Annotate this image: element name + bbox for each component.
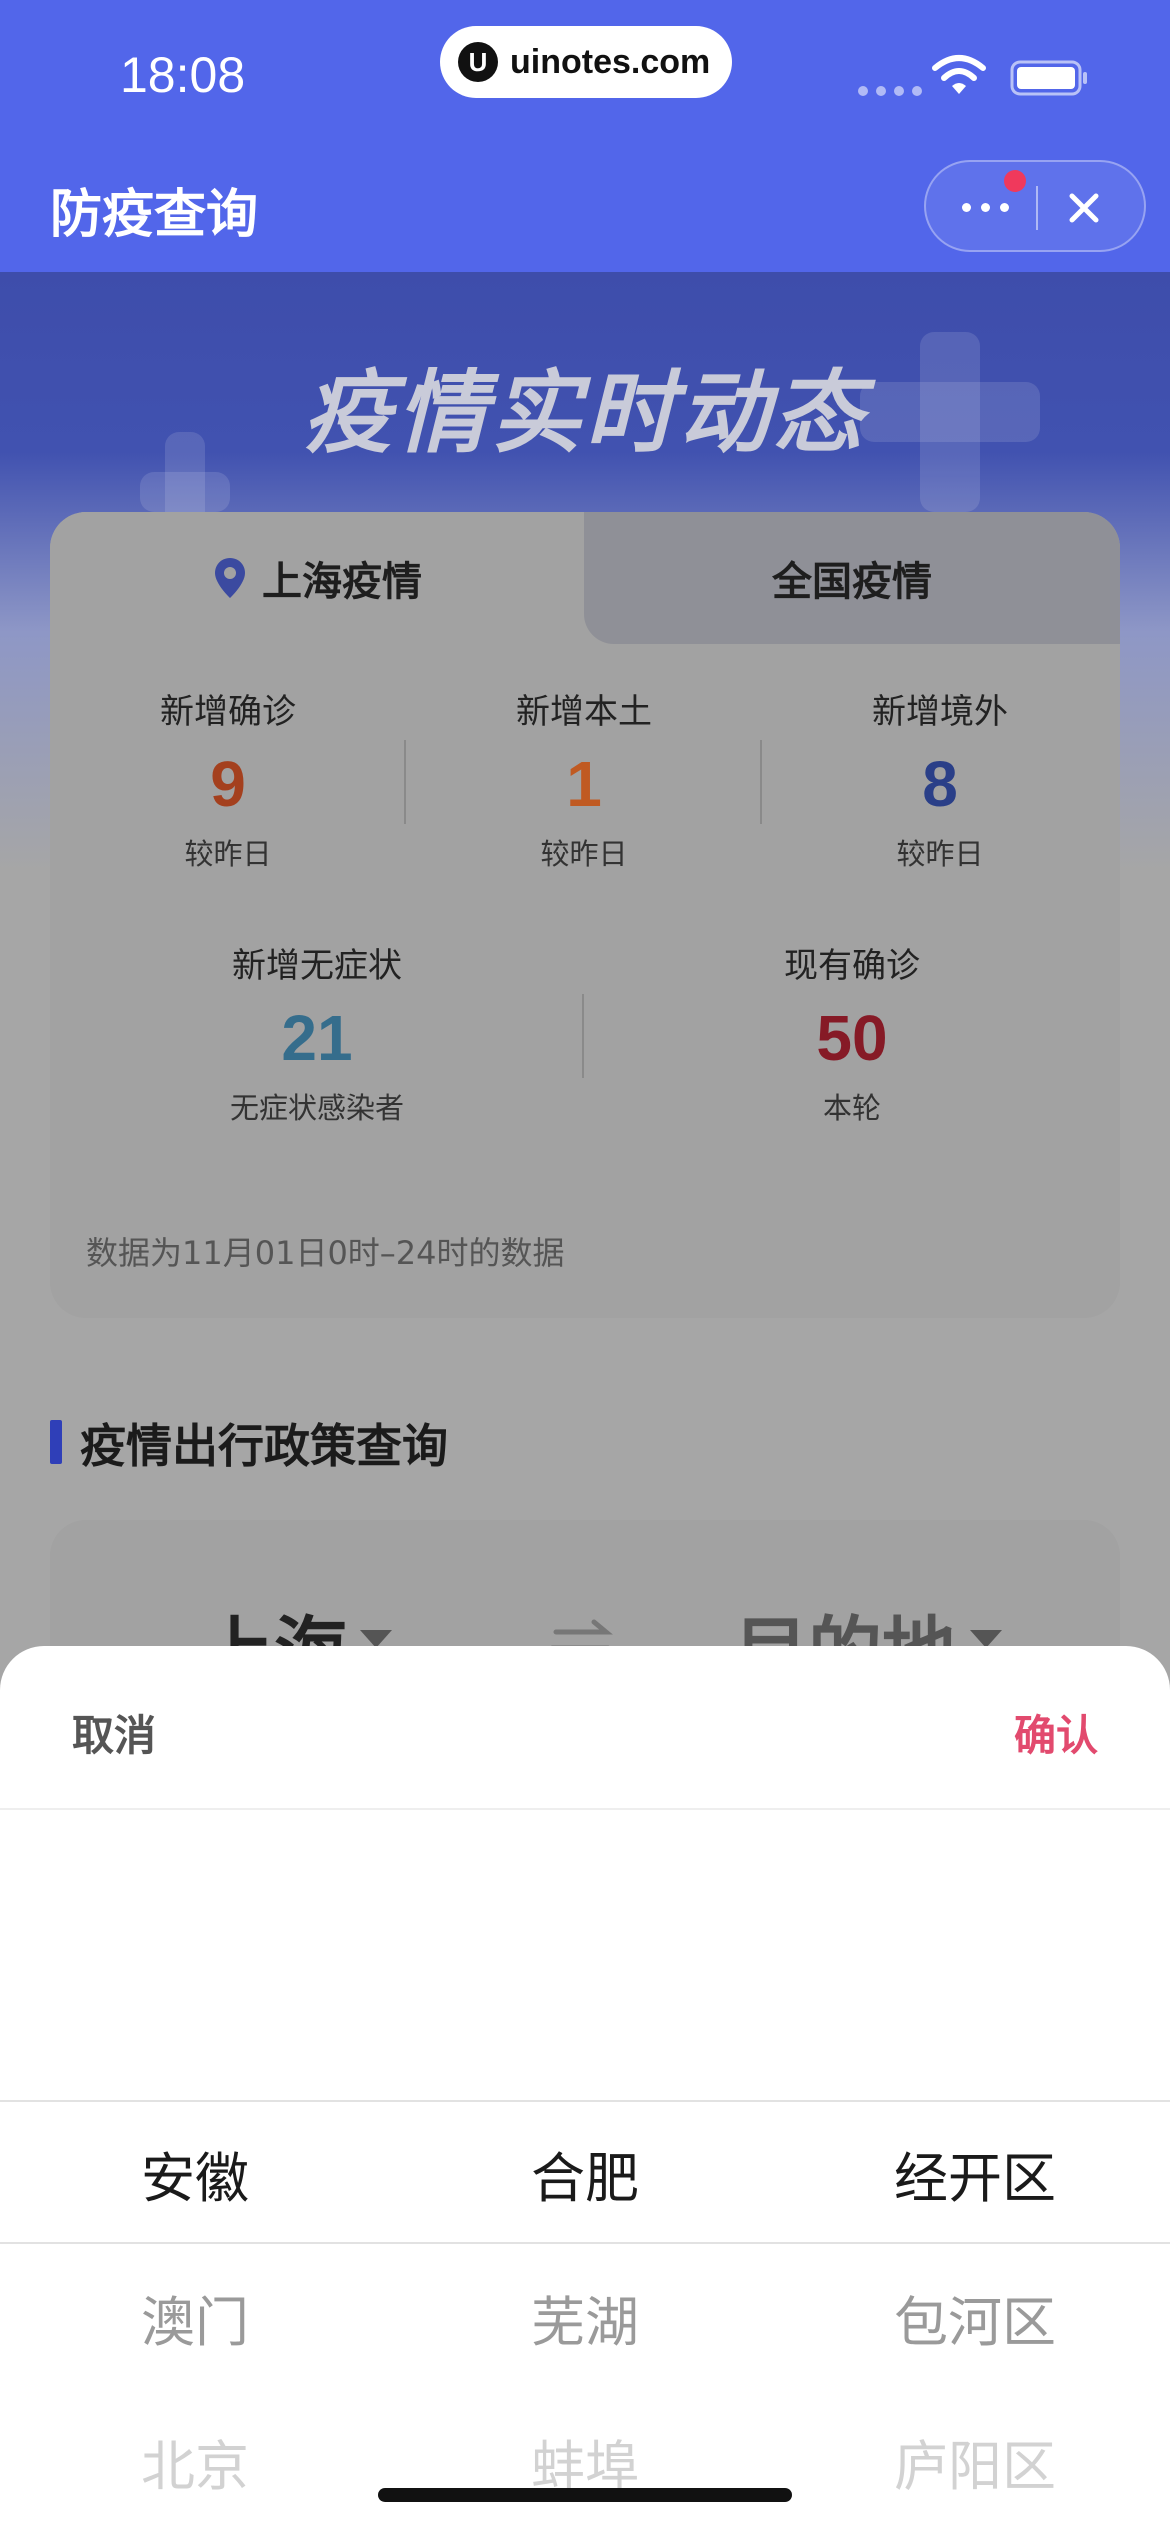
picker-item-selected[interactable]: 安徽: [0, 2134, 390, 2213]
stats-card: 上海疫情 全国疫情 新增确诊 9 较昨日 新增本土 1 较昨日 新增境外 8 较…: [50, 512, 1120, 1318]
picker-column-city[interactable]: 合肥 芜湖 蚌埠: [390, 1646, 780, 2532]
picker-column-province[interactable]: 安徽 澳门 北京: [0, 1646, 390, 2532]
section-title: 疫情出行政策查询: [80, 1419, 448, 1473]
picker-item[interactable]: 芜湖: [390, 2278, 780, 2357]
picker-item[interactable]: 澳门: [0, 2278, 390, 2357]
picker-column-district[interactable]: 经开区 包河区 庐阳区: [780, 1646, 1170, 2532]
section-accent-bar: [50, 1420, 62, 1464]
wifi-icon: [932, 55, 986, 94]
home-indicator[interactable]: [378, 2488, 792, 2502]
stat-label: 新增无症状: [232, 946, 402, 986]
stats-tabs: 上海疫情 全国疫情: [50, 512, 1120, 644]
stat-label: 现有确诊: [784, 946, 920, 986]
stat-sub: 无症状感染者: [229, 1091, 404, 1125]
stat-new-confirmed: 新增确诊 9 较昨日: [50, 684, 406, 873]
picker-item-selected[interactable]: 经开区: [780, 2134, 1170, 2213]
stat-sub: 本轮: [822, 1091, 881, 1125]
tab-national[interactable]: 全国疫情: [584, 512, 1120, 644]
url-pill[interactable]: U uinotes.com: [440, 26, 732, 98]
stat-sub: 较昨日: [540, 837, 628, 871]
site-logo-icon: U: [458, 42, 498, 82]
stat-value: 50: [816, 1002, 888, 1074]
capsule-divider: [1036, 186, 1038, 230]
tab-shanghai[interactable]: 上海疫情: [50, 512, 584, 644]
notification-dot-icon: [1004, 170, 1026, 192]
picker-item[interactable]: 庐阳区: [780, 2422, 1170, 2501]
location-pin-icon: [215, 558, 245, 598]
signal-icon: [858, 86, 922, 96]
picker-item[interactable]: 北京: [0, 2422, 390, 2501]
close-icon[interactable]: [1060, 184, 1108, 232]
stat-label: 新增确诊: [160, 692, 296, 732]
picker-item[interactable]: 包河区: [780, 2278, 1170, 2357]
stat-label: 新增境外: [872, 692, 1008, 732]
battery-icon: [1010, 60, 1087, 96]
stat-new-imported: 新增境外 8 较昨日: [762, 684, 1118, 873]
picker-item-selected[interactable]: 合肥: [390, 2134, 780, 2213]
stat-value: 8: [922, 748, 958, 820]
status-time: 18:08: [120, 47, 246, 103]
stat-value: 1: [566, 748, 602, 820]
tab-label: 全国疫情: [772, 559, 932, 605]
miniapp-capsule: [924, 160, 1146, 252]
hero-title: 疫情实时动态: [303, 361, 867, 466]
top-bar: 18:08 U uinotes.com 防疫查询: [0, 0, 1170, 272]
page-title: 防疫查询: [50, 185, 259, 245]
data-note: 数据为11月01日0时–24时的数据: [86, 1234, 565, 1272]
stat-sub: 较昨日: [896, 837, 984, 871]
stat-new-local: 新增本土 1 较昨日: [406, 684, 762, 873]
decor-cross-icon: [140, 472, 230, 512]
stat-sub: 较昨日: [184, 837, 272, 871]
url-text: uinotes.com: [510, 42, 711, 81]
region-picker-sheet: 取消 确认 安徽 澳门 北京 合肥 芜湖 蚌埠 经开区 包河区 庐阳区: [0, 1646, 1170, 2532]
stat-value: 21: [281, 1002, 353, 1074]
stat-label: 新增本土: [516, 692, 652, 732]
stat-value: 9: [210, 748, 246, 820]
stat-new-asymptomatic: 新增无症状 21 无症状感染者: [50, 938, 584, 1127]
more-icon[interactable]: [962, 192, 1022, 222]
tab-label: 上海疫情: [262, 559, 422, 605]
stat-current-confirmed: 现有确诊 50 本轮: [584, 938, 1120, 1127]
